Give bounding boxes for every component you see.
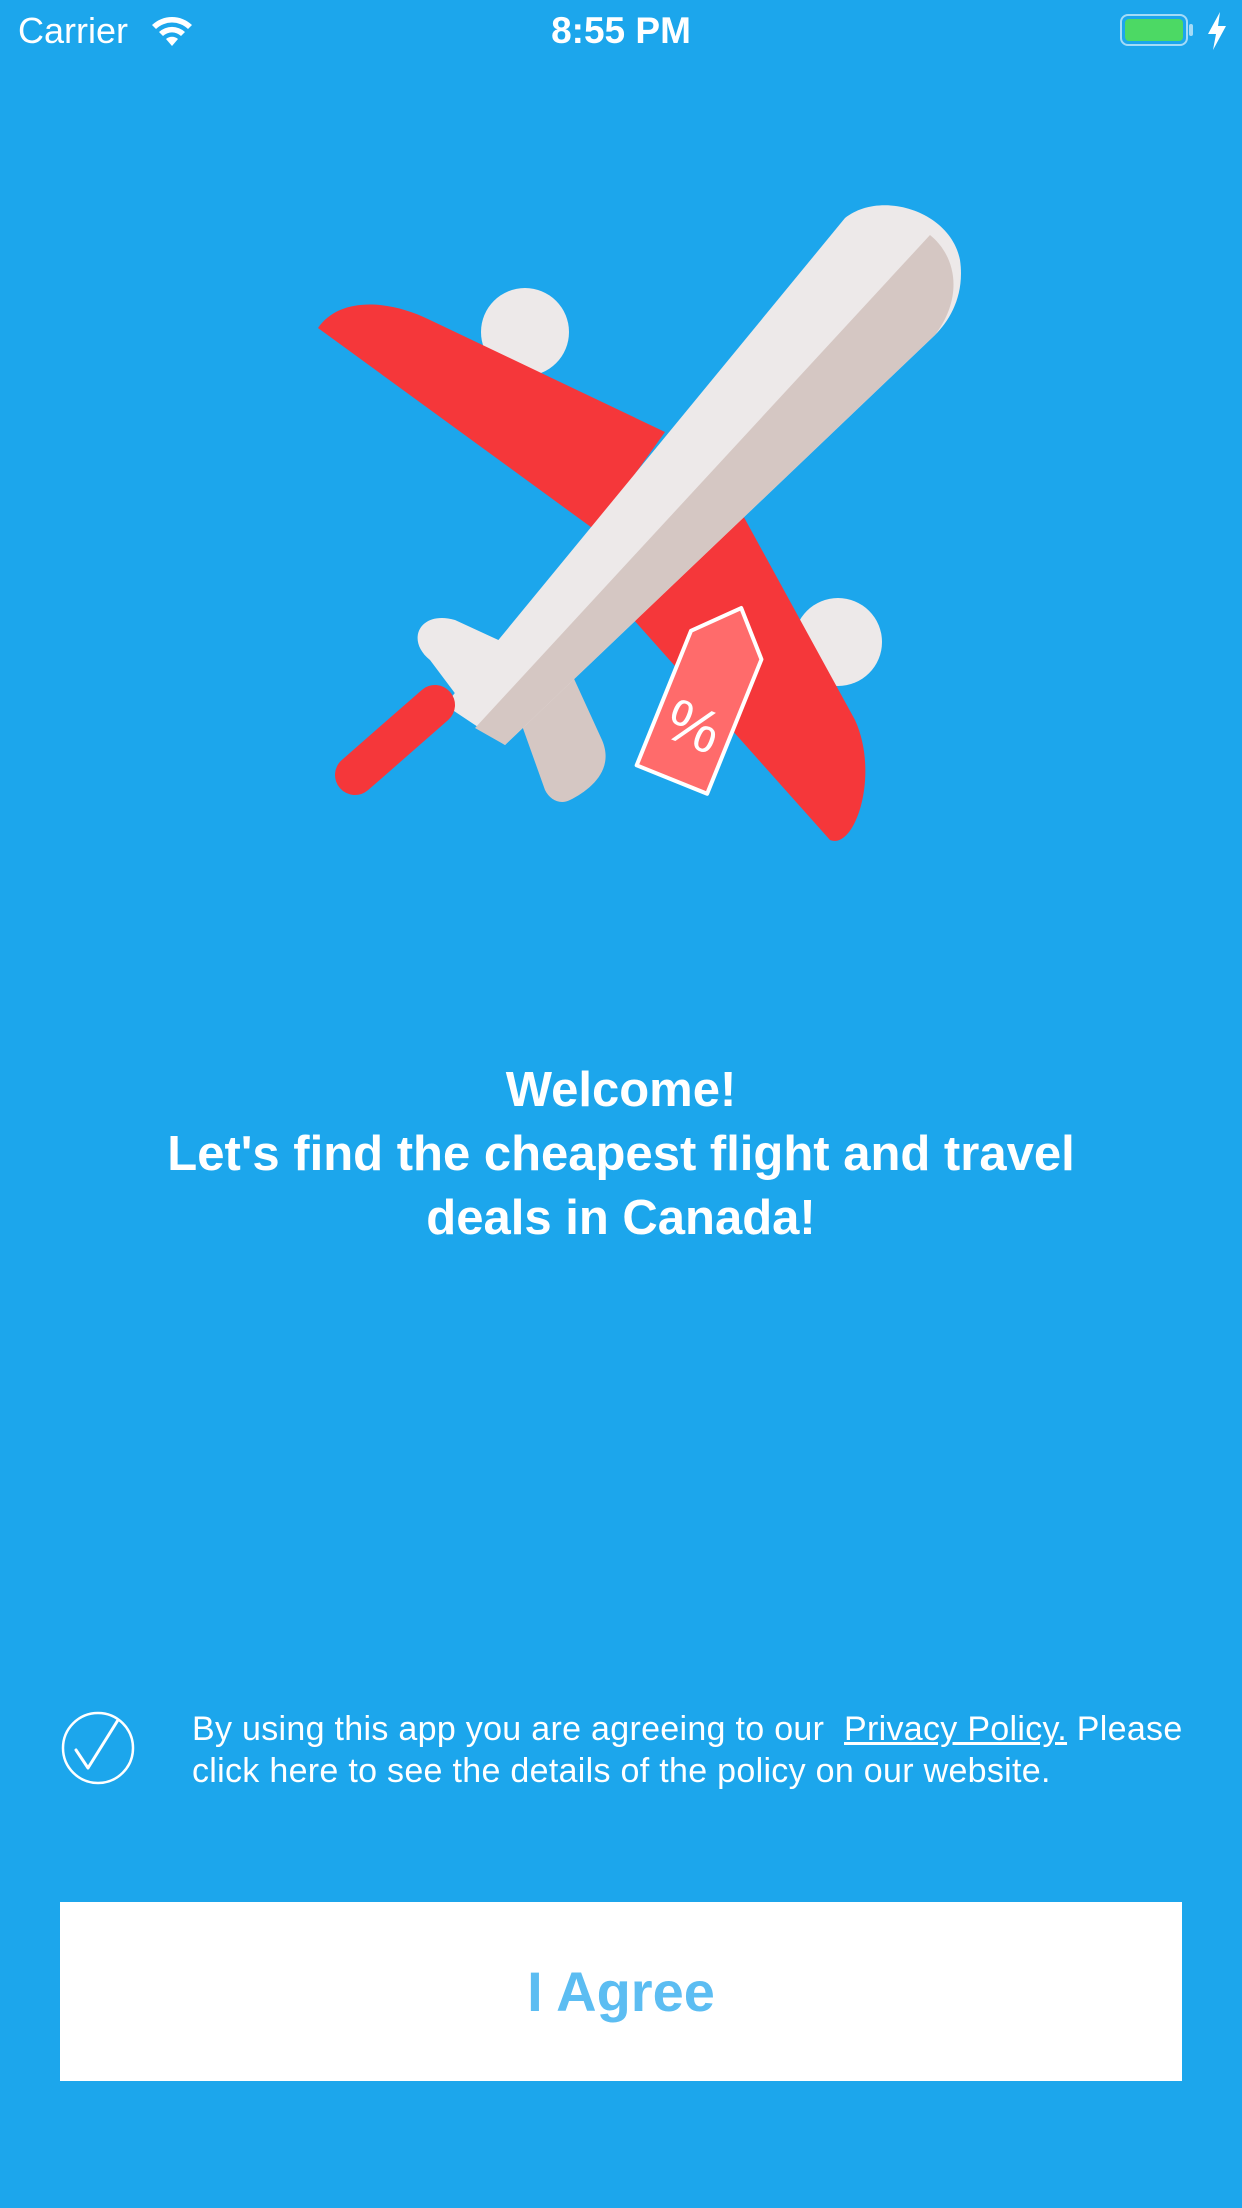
welcome-title: Welcome! [505, 1063, 737, 1117]
consent-text[interactable]: By using this app you are agreeing to ou… [192, 1708, 1192, 1792]
charging-bolt-icon [1208, 12, 1226, 50]
welcome-message: Welcome! Let's find the cheapest flight … [60, 1058, 1182, 1250]
status-time: 8:55 PM [551, 10, 691, 51]
consent-text-intro: By using this app you are agreeing to ou… [192, 1710, 825, 1748]
agree-button[interactable]: I Agree [60, 1902, 1182, 2081]
privacy-policy-link[interactable]: Privacy Policy. [844, 1710, 1067, 1748]
checkbox-circle [61, 1711, 135, 1785]
checkmark-icon [74, 1718, 120, 1770]
consent-checkbox[interactable] [60, 1710, 136, 1786]
status-bar: Carrier 8:55 PM [0, 0, 1242, 62]
welcome-subtitle-line2: deals in Canada! [426, 1191, 816, 1245]
welcome-subtitle-line1: Let's find the cheapest flight and trave… [167, 1127, 1075, 1181]
battery-icon [1120, 14, 1193, 46]
privacy-consent: By using this app you are agreeing to ou… [60, 1708, 1182, 1848]
tail-engine [335, 685, 455, 795]
airplane-discount-icon: % [318, 205, 961, 841]
